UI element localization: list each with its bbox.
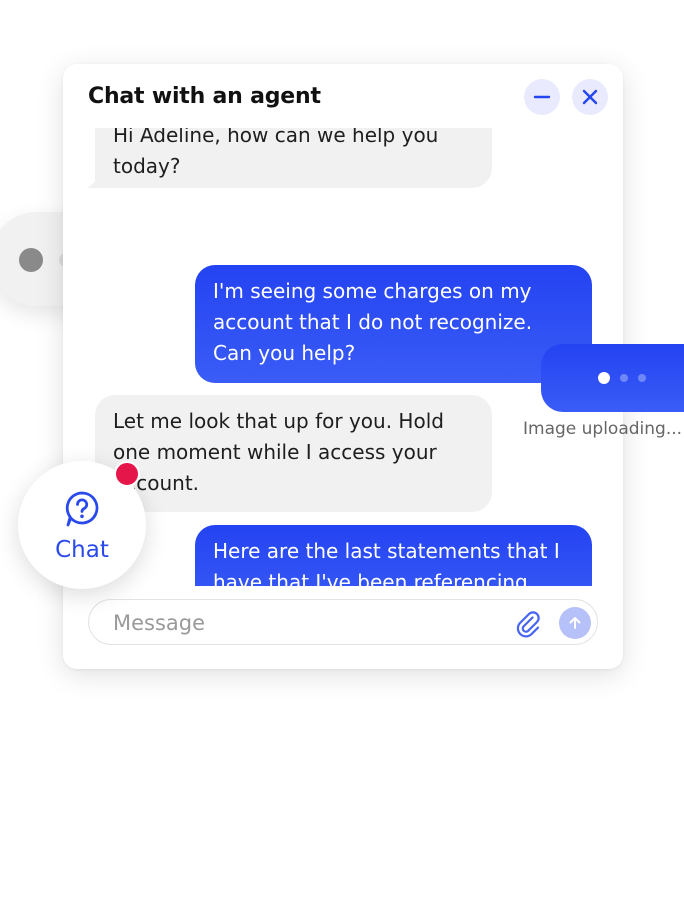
chat-title: Chat with an agent	[88, 84, 321, 109]
notification-badge	[114, 461, 140, 487]
message-text: Let me look that up for you. Hold one mo…	[113, 409, 444, 495]
agent-message: Hi Adeline, how can we help you today?	[87, 128, 492, 188]
typing-dot	[19, 248, 43, 272]
message-input[interactable]	[111, 608, 495, 638]
agent-message: Let me look that up for you. Hold one mo…	[87, 395, 492, 512]
message-text: I'm seeing some charges on my account th…	[213, 279, 533, 365]
user-message: I'm seeing some charges on my account th…	[195, 265, 600, 383]
chat-window: Chat with an agent Hi Adeline, how can w…	[63, 64, 623, 669]
arrow-up-icon	[569, 617, 581, 629]
close-icon	[582, 89, 598, 105]
attach-button[interactable]	[513, 608, 543, 638]
send-button[interactable]	[559, 607, 591, 639]
chat-launcher-label: Chat	[55, 537, 109, 563]
upload-indicator	[541, 344, 684, 412]
question-chat-icon	[65, 491, 99, 527]
message-text: Hi Adeline, how can we help you today?	[113, 128, 439, 178]
upload-dot	[598, 372, 610, 384]
upload-dot	[620, 374, 628, 382]
message-text: Here are the last statements that I have…	[213, 539, 560, 586]
bubble-tail	[87, 178, 97, 188]
user-message: Here are the last statements that I have…	[195, 525, 592, 586]
minimize-button[interactable]	[524, 79, 560, 115]
paperclip-icon	[516, 611, 540, 638]
message-composer	[88, 599, 598, 645]
minimize-icon	[533, 95, 551, 99]
upload-dot	[638, 374, 646, 382]
message-list[interactable]: Hi Adeline, how can we help you today? I…	[63, 128, 623, 586]
upload-status-text: Image uploading...	[523, 419, 683, 439]
close-button[interactable]	[572, 79, 608, 115]
